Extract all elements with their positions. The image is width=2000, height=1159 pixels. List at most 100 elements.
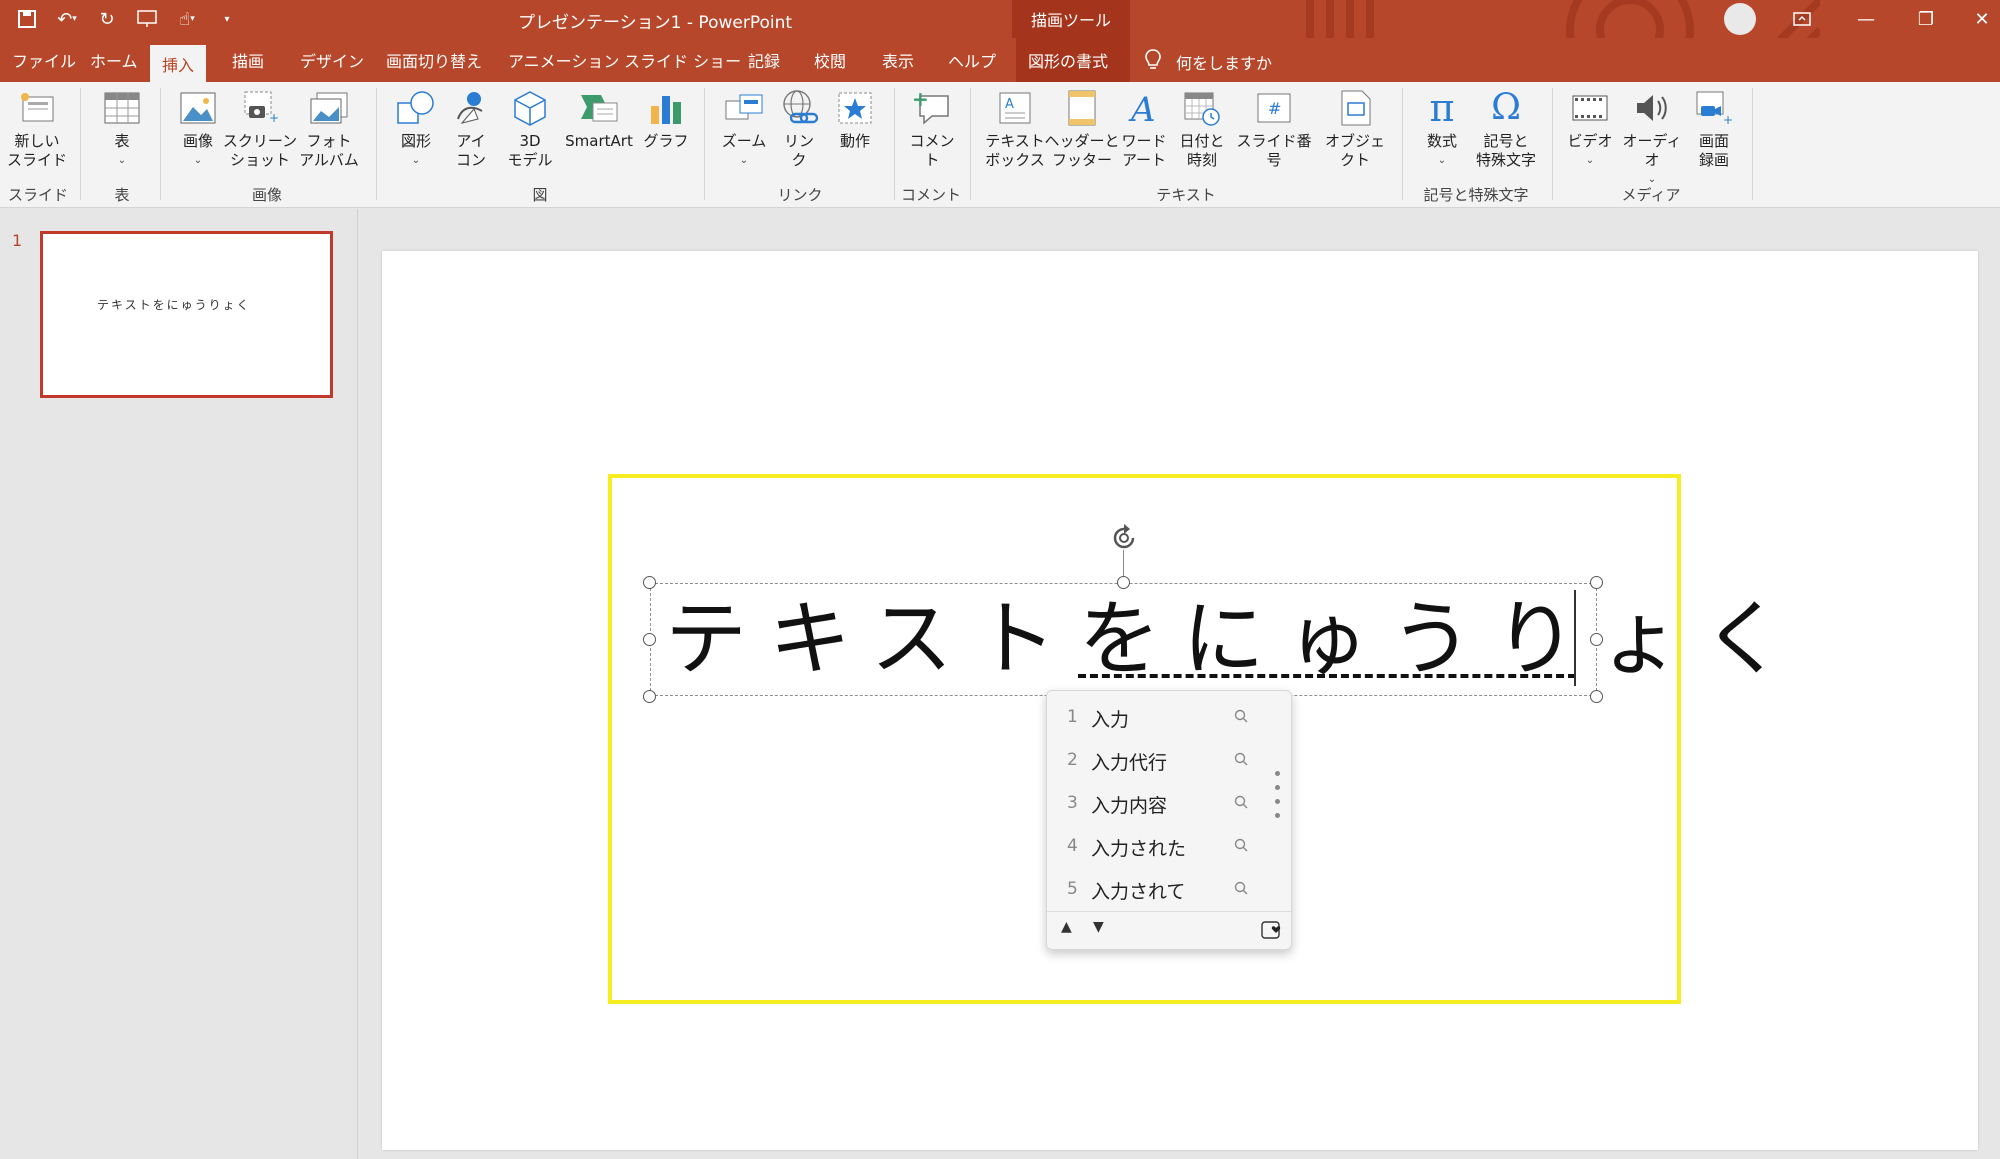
tab-draw[interactable]: 描画 (220, 38, 276, 82)
tab-shape-format[interactable]: 図形の書式 (1016, 38, 1130, 82)
3d-models-button[interactable]: 3D モデル (498, 88, 562, 170)
tell-me-search[interactable]: 何をしますか (1176, 50, 1272, 74)
chevron-down-icon: ⌄ (117, 155, 127, 166)
video-button[interactable]: ビデオ ⌄ (1562, 88, 1618, 170)
svg-text:#: # (1268, 99, 1281, 118)
user-avatar[interactable] (1724, 3, 1756, 35)
date-time-button[interactable]: 日付と 時刻 (1174, 88, 1230, 170)
shapes-button[interactable]: 図形 ⌄ (390, 88, 442, 170)
new-slide-icon (17, 88, 57, 128)
page-up-icon[interactable]: ▲ (1061, 919, 1072, 935)
group-separator (894, 88, 895, 200)
close-icon[interactable]: ✕ (1962, 4, 2000, 34)
resize-handle-top-right[interactable] (1590, 576, 1603, 589)
screenshot-icon: + (240, 88, 280, 128)
tab-home[interactable]: ホーム (78, 38, 150, 82)
tab-design[interactable]: デザイン (288, 38, 376, 82)
photo-album-button[interactable]: フォト アルバム (298, 88, 360, 170)
page-down-icon[interactable]: ▼ (1093, 919, 1104, 935)
tab-transitions[interactable]: 画面切り替え (374, 38, 494, 82)
group-images-label: 画像 (251, 186, 282, 204)
slide-number-icon: # (1254, 88, 1294, 128)
table-button[interactable]: 表 ⌄ (92, 88, 152, 170)
resize-handle-left[interactable] (643, 633, 656, 646)
rotate-handle-icon[interactable] (1108, 522, 1140, 554)
screenshot-button[interactable]: + スクリーン ショット (222, 88, 298, 170)
new-slide-button[interactable]: 新しい スライド (4, 88, 70, 170)
tab-file[interactable]: ファイル (0, 38, 88, 82)
slide-thumbnail[interactable]: テキストをにゅうりょく (40, 231, 333, 398)
touch-mode-icon[interactable]: ☝ ▾ (174, 6, 200, 32)
textbox-button[interactable]: A テキスト ボックス (982, 88, 1048, 170)
tab-slideshow[interactable]: スライド ショー (612, 38, 753, 82)
group-illustrations-label: 図 (532, 186, 548, 204)
undo-icon[interactable]: ↶ ▾ (54, 6, 80, 32)
customize-qat-icon[interactable]: ▾ (214, 6, 240, 32)
object-button[interactable]: オブジェクト (1318, 88, 1392, 170)
lightbulb-icon (1145, 49, 1161, 69)
resize-handle-bottom-right[interactable] (1590, 690, 1603, 703)
screen-recording-button[interactable]: + 画面 録画 (1688, 88, 1740, 170)
smartart-button[interactable]: SmartArt (562, 88, 636, 151)
ime-candidate[interactable]: 1 入力 (1047, 696, 1293, 738)
chart-icon (646, 88, 686, 128)
slide-thumbnail-number: 1 (12, 231, 23, 250)
wordart-button[interactable]: A ワード アート (1116, 88, 1172, 170)
tab-help[interactable]: ヘルプ (936, 38, 1008, 82)
text-cursor (1574, 590, 1576, 686)
slide-thumbnail-text: テキストをにゅうりょく (97, 298, 251, 312)
symbol-label: 記号と 特殊文字 (1475, 132, 1536, 169)
group-text-label: テキスト (1156, 186, 1216, 204)
quick-access-toolbar: ↶ ▾ ↻ ☝ ▾ ▾ (14, 6, 240, 32)
slide-thumbnail-pane: 1 テキストをにゅうりょく (0, 209, 358, 1159)
search-icon[interactable] (1233, 837, 1249, 853)
restore-icon[interactable]: ❐ (1906, 4, 1946, 34)
table-label: 表 (114, 132, 130, 150)
screenshot-label: スクリーン ショット (222, 132, 298, 169)
symbol-button[interactable]: Ω 記号と 特殊文字 (1472, 88, 1540, 170)
svg-text:+: + (1723, 113, 1733, 126)
search-icon[interactable] (1233, 880, 1249, 896)
search-icon[interactable] (1233, 751, 1249, 767)
present-from-start-icon[interactable] (134, 6, 160, 32)
ime-candidate[interactable]: 5 入力されて (1047, 868, 1293, 910)
tab-record[interactable]: 記録 (736, 38, 792, 82)
tab-insert[interactable]: 挿入 (150, 43, 207, 82)
comment-button[interactable]: + コメント (904, 88, 960, 170)
ime-candidate[interactable]: 2 入力代行 (1047, 739, 1293, 781)
slide-number-button[interactable]: # スライド番号 (1232, 88, 1316, 170)
header-footer-button[interactable]: ヘッダーと フッター (1045, 88, 1120, 170)
chevron-down-icon: ⌄ (1585, 155, 1595, 166)
object-icon (1335, 88, 1375, 128)
candidate-scroll-indicator[interactable] (1275, 771, 1280, 827)
zoom-button[interactable]: ズーム ⌄ (716, 88, 772, 170)
chart-button[interactable]: グラフ (640, 88, 692, 151)
ime-candidate[interactable]: 4 入力された (1047, 825, 1293, 867)
screen-recording-label: 画面 録画 (1698, 132, 1729, 169)
resize-handle-top-left[interactable] (643, 576, 656, 589)
audio-button[interactable]: オーディオ ⌄ (1618, 88, 1686, 189)
pi-icon: π (1429, 86, 1455, 130)
table-icon (102, 88, 142, 128)
ribbon-display-options-icon[interactable] (1782, 4, 1822, 34)
group-separator (1552, 88, 1553, 200)
pictures-button[interactable]: 画像 ⌄ (172, 88, 224, 170)
resize-handle-top[interactable] (1117, 576, 1130, 589)
ime-candidate[interactable]: 3 入力内容 (1047, 782, 1293, 824)
search-icon[interactable] (1233, 708, 1249, 724)
search-icon[interactable] (1233, 794, 1249, 810)
minimize-icon[interactable]: — (1846, 4, 1886, 34)
resize-handle-bottom-left[interactable] (643, 690, 656, 703)
tab-view[interactable]: 表示 (870, 38, 926, 82)
icons-label: アイ コン (455, 132, 486, 169)
heart-icon[interactable] (1261, 919, 1283, 939)
equation-button[interactable]: π 数式 ⌄ (1414, 88, 1470, 170)
tab-review[interactable]: 校閲 (802, 38, 858, 82)
link-button[interactable]: リン ク (774, 88, 824, 170)
star-icon (835, 88, 875, 128)
icons-button[interactable]: アイ コン (446, 88, 496, 170)
save-icon[interactable] (14, 6, 40, 32)
action-button[interactable]: 動作 (828, 88, 882, 151)
group-symbols-label: 記号と特殊文字 (1423, 186, 1529, 204)
redo-icon[interactable]: ↻ (94, 6, 120, 32)
